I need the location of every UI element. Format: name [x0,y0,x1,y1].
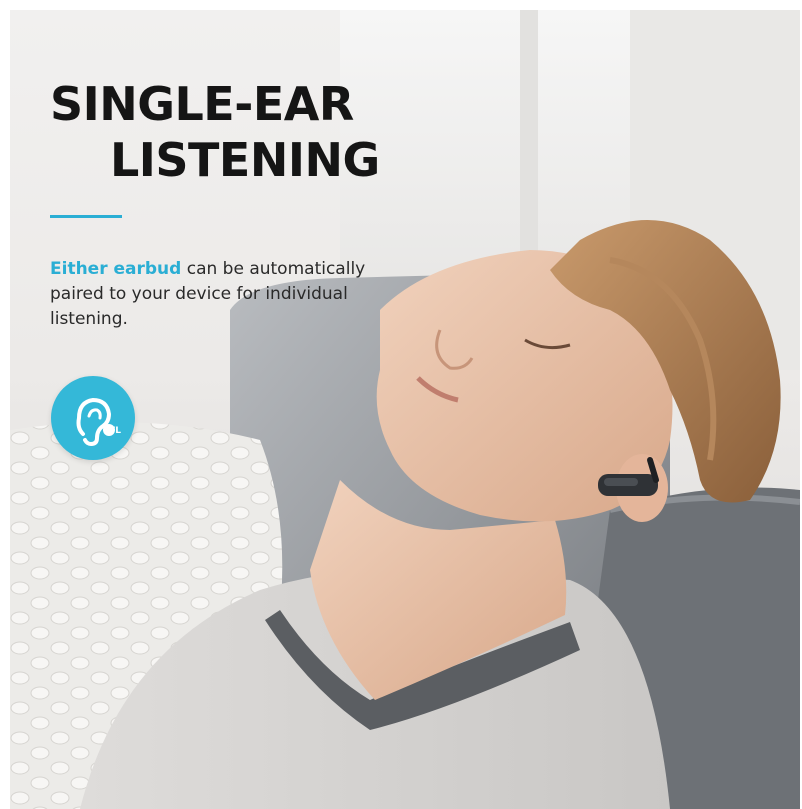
description-highlight: Either earbud [50,259,182,279]
single-ear-badge: R/L [51,376,135,460]
accent-divider [50,215,122,218]
feature-description: Either earbud can be automatically paire… [50,257,400,332]
headline: SINGLE-EAR LISTENING [50,76,380,188]
badge-label: R/L [105,426,121,436]
ear-icon [76,397,115,447]
headline-line-2: LISTENING [110,133,380,187]
lifestyle-photo: SINGLE-EAR LISTENING Either earbud can b… [10,10,800,809]
product-image-frame: SINGLE-EAR LISTENING Either earbud can b… [0,0,802,809]
headline-line-1: SINGLE-EAR [50,77,354,131]
